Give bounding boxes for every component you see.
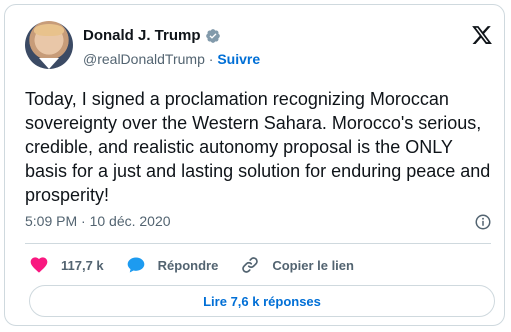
read-replies-button[interactable]: Lire 7,6 k réponses	[29, 285, 495, 317]
action-bar: 117,7 k Répondre Copier le lien	[29, 255, 376, 275]
copy-link-button[interactable]: Copier le lien	[240, 255, 354, 275]
read-replies-label: Lire 7,6 k réponses	[203, 293, 321, 309]
divider	[25, 243, 491, 244]
info-icon[interactable]	[474, 213, 492, 231]
tweet-timestamp[interactable]: 5:09 PM · 10 déc. 2020	[25, 213, 171, 229]
reply-bubble-icon	[127, 257, 144, 273]
author-name[interactable]: Donald J. Trump	[83, 27, 201, 44]
link-icon	[242, 257, 259, 273]
x-logo-icon[interactable]	[471, 24, 493, 46]
author-name-row: Donald J. Trump	[83, 27, 221, 44]
heart-icon	[30, 257, 48, 273]
reply-button[interactable]: Répondre	[126, 255, 219, 275]
author-handle[interactable]: @realDonaldTrump	[83, 51, 205, 67]
follow-button[interactable]: Suivre	[217, 51, 260, 67]
tweet-text: Today, I signed a proclamation recognizi…	[25, 89, 491, 205]
verified-badge-icon	[205, 28, 220, 43]
copy-link-label: Copier le lien	[272, 257, 354, 273]
reply-label: Répondre	[157, 257, 219, 273]
like-button[interactable]: 117,7 k	[29, 255, 104, 275]
handle-separator: ·	[208, 51, 214, 67]
tweet-card: Donald J. Trump @realDonaldTrump · Suivr…	[4, 4, 505, 326]
avatar[interactable]	[25, 21, 73, 69]
like-count: 117,7 k	[61, 257, 104, 273]
author-handle-row: @realDonaldTrump · Suivre	[83, 51, 260, 67]
